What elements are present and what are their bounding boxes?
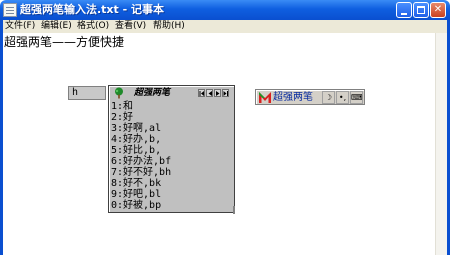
candidate-list: 1:和 2:好 3:好啊,al 4:好办,b, 5:好比,b, 6:好办法,bf… bbox=[111, 101, 233, 211]
candidate-item[interactable]: 7:好不好,bh bbox=[111, 167, 171, 178]
last-page-icon bbox=[223, 91, 228, 96]
candidate-scroll-handle[interactable] bbox=[233, 206, 235, 214]
candidate-item[interactable]: 3:好啊,al bbox=[111, 123, 161, 134]
close-button[interactable]: ✕ bbox=[430, 2, 446, 18]
candidate-item[interactable]: 8:好不,bk bbox=[111, 178, 161, 189]
document-text: 超强两笔——方便快捷 bbox=[4, 35, 125, 49]
ime-logo-icon[interactable] bbox=[258, 91, 272, 104]
first-page-icon bbox=[199, 91, 204, 96]
prev-page-icon bbox=[208, 91, 212, 96]
next-page-icon bbox=[216, 91, 220, 96]
prev-page-button[interactable] bbox=[206, 89, 213, 97]
menu-format[interactable]: 格式(O) bbox=[77, 20, 109, 33]
close-icon: ✕ bbox=[433, 4, 443, 15]
vertical-scrollbar[interactable] bbox=[435, 33, 447, 255]
menu-help[interactable]: 帮助(H) bbox=[153, 20, 185, 33]
menu-bar: 文件(F) 编辑(E) 格式(O) 查看(V) 帮助(H) bbox=[0, 20, 450, 33]
ime-input-code: h bbox=[72, 87, 79, 98]
minimize-icon bbox=[401, 13, 407, 15]
ime-name-label[interactable]: 超强两笔 bbox=[273, 91, 313, 104]
menu-edit[interactable]: 编辑(E) bbox=[41, 20, 72, 33]
candidate-header: 超强两笔 bbox=[110, 87, 233, 99]
tree-icon bbox=[115, 87, 123, 99]
candidate-panel: 超强两笔 1:和 2:好 3:好啊,al 4:好办,b, 5:好比,b, 6:好… bbox=[108, 85, 235, 214]
candidate-item[interactable]: 9:好吧,bl bbox=[111, 189, 161, 200]
window-title: 超强两笔输入法.txt - 记事本 bbox=[20, 3, 165, 16]
candidate-item[interactable]: 4:好办,b, bbox=[111, 134, 161, 145]
punctuation-toggle-icon[interactable]: •, bbox=[336, 91, 349, 104]
candidate-item[interactable]: 5:好比,b, bbox=[111, 145, 161, 156]
maximize-icon bbox=[417, 6, 425, 14]
menu-file[interactable]: 文件(F) bbox=[5, 20, 35, 33]
soft-keyboard-icon[interactable]: ⌨ bbox=[350, 91, 363, 104]
menu-view[interactable]: 查看(V) bbox=[115, 20, 146, 33]
candidate-title: 超强两笔 bbox=[134, 88, 171, 98]
fullwidth-toggle-icon[interactable]: ☽ bbox=[322, 91, 335, 104]
maximize-button[interactable] bbox=[413, 2, 429, 18]
minimize-button[interactable] bbox=[396, 2, 412, 18]
ime-input-box: h bbox=[68, 86, 106, 100]
next-page-button[interactable] bbox=[214, 89, 221, 97]
candidate-item[interactable]: 6:好办法,bf bbox=[111, 156, 171, 167]
candidate-item[interactable]: 1:和 bbox=[111, 101, 133, 112]
first-page-button[interactable] bbox=[198, 89, 205, 97]
ime-status-bar[interactable]: 超强两笔 ☽ •, ⌨ bbox=[255, 89, 365, 105]
candidate-item[interactable]: 0:好被,bp bbox=[111, 200, 161, 211]
candidate-item[interactable]: 2:好 bbox=[111, 112, 133, 123]
title-bar[interactable]: 超强两笔输入法.txt - 记事本 ✕ bbox=[0, 0, 450, 20]
notepad-icon bbox=[3, 3, 17, 17]
last-page-button[interactable] bbox=[222, 89, 229, 97]
